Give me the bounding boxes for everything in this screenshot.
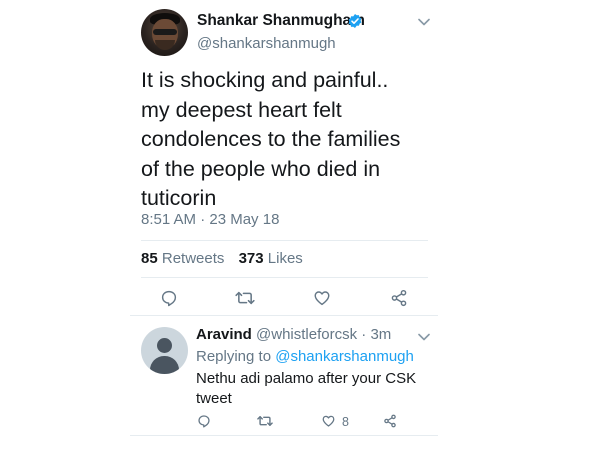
tweet-timestamp[interactable]: 8:51 AM · 23 May 18 — [141, 211, 279, 228]
reply-likes-count: 8 — [342, 415, 349, 429]
likes-count: 373 — [238, 250, 264, 267]
reply-retweet-button[interactable] — [257, 414, 273, 428]
share-icon — [391, 289, 407, 307]
reply-share-button[interactable] — [383, 414, 397, 428]
share-button[interactable] — [390, 289, 408, 307]
reply-author-avatar[interactable] — [141, 327, 188, 374]
reply-icon — [198, 415, 210, 428]
divider — [130, 435, 438, 436]
retweets-count: 85 — [141, 250, 158, 267]
retweets-label: Retweets — [161, 250, 225, 267]
reply-time[interactable]: · 3m — [361, 326, 391, 343]
reply-author: Aravind @whistleforcsk · 3m — [196, 326, 391, 343]
likes-label: Likes — [267, 250, 303, 267]
replying-to-mention[interactable]: @shankarshanmugh — [275, 348, 414, 365]
tweet-text: It is shocking and painful.. my deepest … — [141, 66, 431, 214]
tweet-stats: 85 Retweets 373 Likes — [141, 250, 303, 267]
retweet-button[interactable] — [235, 289, 255, 307]
reply-reply-button[interactable] — [197, 414, 211, 428]
retweets-stat[interactable]: 85 Retweets — [141, 250, 224, 267]
divider — [130, 315, 438, 316]
share-icon — [384, 414, 396, 428]
reply-like-button[interactable] — [321, 414, 336, 428]
replying-to: Replying to @shankarshanmugh — [196, 348, 414, 365]
retweet-icon — [235, 291, 255, 305]
tweet-text-line: tuticorin — [141, 186, 217, 210]
author-avatar[interactable] — [141, 9, 188, 56]
retweet-icon — [257, 415, 273, 427]
tweet-text-line: condolences to the families — [141, 127, 401, 151]
likes-stat[interactable]: 373 Likes — [239, 250, 303, 267]
chevron-down-icon[interactable] — [418, 333, 430, 341]
reply-handle[interactable]: @whistleforcsk — [256, 326, 357, 343]
replying-label: Replying to — [196, 348, 272, 365]
tweet-text-line: It is shocking and painful.. — [141, 68, 389, 92]
chevron-down-icon[interactable] — [418, 18, 430, 26]
tweet-text-line: of the people who died in — [141, 156, 381, 181]
divider — [141, 277, 428, 278]
reply-icon — [161, 290, 177, 307]
tweet-text-line: my deepest heart felt — [141, 97, 342, 122]
like-button[interactable] — [313, 289, 331, 307]
author-display-name[interactable]: Shankar Shanmugham — [197, 12, 365, 30]
reply-text: Nethu adi palamo after your CSK tweet — [196, 370, 417, 407]
like-icon — [322, 415, 335, 427]
verified-badge-icon — [348, 14, 362, 28]
author-handle[interactable]: @shankarshanmugh — [197, 35, 336, 52]
reply-button[interactable] — [160, 289, 178, 307]
like-icon — [314, 291, 330, 306]
reply-display-name[interactable]: Aravind — [196, 326, 252, 343]
divider — [141, 240, 428, 241]
